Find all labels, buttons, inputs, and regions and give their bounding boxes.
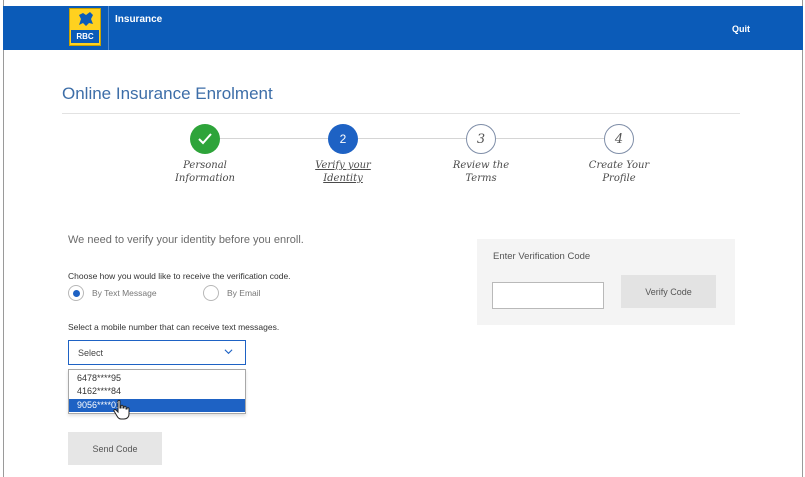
step-label-line-1: Verify your [315,160,371,171]
step-label-line-2: Terms [465,173,497,184]
mobile-number-select[interactable]: Select [68,340,246,365]
radio-text-message[interactable]: By Text Message [68,285,157,301]
step-label: Verify your Identity [293,159,393,185]
header-bar [3,6,803,50]
hand-pointer-icon [113,399,130,420]
step-label-line-1: Review the [452,160,510,171]
step-label-line-1: Personal [183,160,227,171]
step-verify-identity: 2 Verify your Identity [293,124,393,185]
step-personal-information: Personal Information [155,124,255,185]
lion-emblem-icon [79,12,93,26]
step-label-line-2: Information [174,173,235,184]
verification-code-input[interactable] [492,282,604,309]
check-icon [198,133,212,145]
verify-code-button[interactable]: Verify Code [621,275,716,308]
mobile-number-dropdown: 6478****95 4162****84 9056****01 [68,369,246,414]
header-divider [108,6,109,50]
step-label-line-1: Create Your [588,160,650,171]
radio-label: By Email [227,288,261,298]
verification-code-label: Enter Verification Code [493,251,591,262]
step-number: 3 [466,124,496,154]
app-name: Insurance [115,14,163,25]
step-label: Personal Information [155,159,255,185]
title-divider [62,113,740,114]
send-code-button[interactable]: Send Code [68,432,162,465]
dropdown-option-highlighted[interactable]: 9056****01 [69,399,245,412]
radio-label: By Text Message [92,288,157,298]
step-label-line-2: Identity [323,173,363,184]
chevron-down-icon [224,349,233,355]
step-label-line-2: Profile [602,173,636,184]
select-value: Select [78,348,104,358]
dropdown-option[interactable]: 4162****84 [69,385,245,398]
step-label: Create Your Profile [569,159,669,185]
radio-selected-dot [72,289,80,297]
dropdown-option[interactable]: 6478****95 [69,372,245,385]
delivery-method-prompt: Choose how you would like to receive the… [68,271,291,281]
step-complete-indicator [190,124,220,154]
step-create-profile: 4 Create Your Profile [569,124,669,185]
intro-text: We need to verify your identity before y… [68,234,304,246]
step-review-terms: 3 Review the Terms [431,124,531,185]
quit-link[interactable]: Quit [732,24,750,34]
radio-email[interactable]: By Email [203,285,261,301]
logo-text: RBC [71,30,99,43]
page-title: Online Insurance Enrolment [62,84,273,103]
radio-button[interactable] [203,285,219,301]
radio-button[interactable] [68,285,84,301]
rbc-logo[interactable]: RBC [69,8,101,46]
step-label: Review the Terms [431,159,531,185]
mobile-number-prompt: Select a mobile number that can receive … [68,322,280,332]
verification-code-panel: Enter Verification Code Verify Code [477,239,735,325]
step-number: 4 [604,124,634,154]
step-number: 2 [328,124,358,154]
